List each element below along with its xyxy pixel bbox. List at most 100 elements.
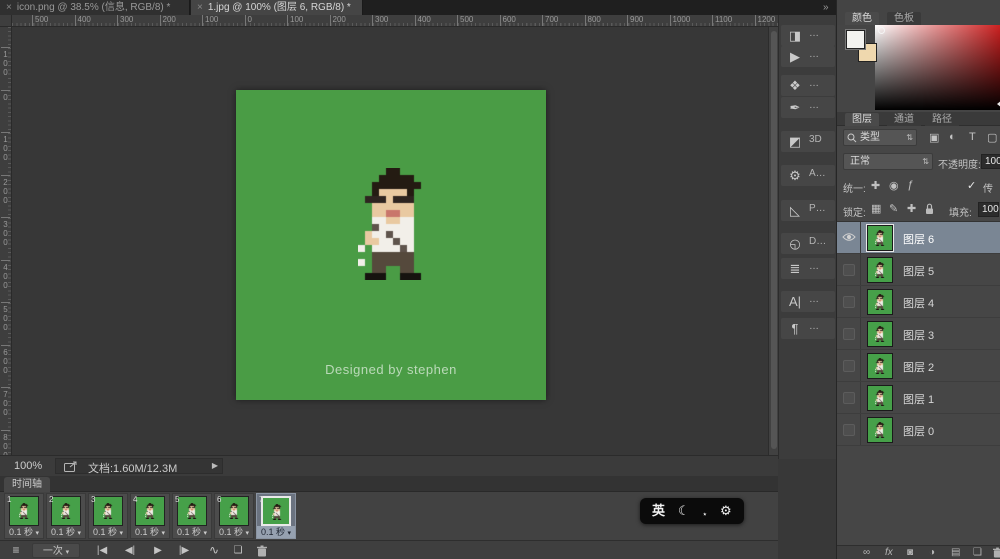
- frame-delay-select[interactable]: 0.1 秒 ▾: [131, 526, 169, 538]
- layer-thumbnail[interactable]: [867, 417, 893, 443]
- dock-panel-actions[interactable]: ▶…: [781, 46, 835, 67]
- tab-channels[interactable]: 通道: [887, 113, 921, 126]
- layer-name[interactable]: 图层 2: [903, 359, 934, 375]
- play-button[interactable]: ▶: [150, 543, 166, 558]
- layer-row-图层-5[interactable]: 图层 5: [837, 254, 1000, 286]
- fill-value[interactable]: 100: [978, 202, 999, 217]
- duplicate-frame-button[interactable]: ❏: [230, 543, 246, 558]
- frame-delay-select[interactable]: 0.1 秒 ▾: [89, 526, 127, 538]
- frame-thumbnail[interactable]: [219, 496, 249, 526]
- color-gradient-field[interactable]: [875, 25, 1000, 110]
- animation-frame-2[interactable]: 20.1 秒 ▾: [46, 493, 86, 539]
- tab-swatches[interactable]: 色板: [887, 12, 921, 25]
- frame-delay-select[interactable]: 0.1 秒 ▾: [173, 526, 211, 538]
- blend-mode-select[interactable]: 正常 ⇅: [843, 153, 933, 170]
- close-icon[interactable]: ×: [197, 2, 203, 13]
- tab-color[interactable]: 颜色: [845, 12, 879, 25]
- frame-delay-select[interactable]: 0.1 秒 ▾: [47, 526, 85, 538]
- next-frame-button[interactable]: |▶: [174, 543, 194, 558]
- foreground-color-swatch[interactable]: [846, 30, 865, 49]
- opacity-value[interactable]: 100: [981, 154, 1000, 169]
- dock-panel-character[interactable]: A|…: [781, 291, 835, 312]
- first-frame-button[interactable]: |◀: [92, 543, 112, 558]
- layer-name[interactable]: 图层 6: [903, 231, 934, 247]
- artboard[interactable]: Designed by stephen: [236, 90, 546, 400]
- frame-thumbnail[interactable]: [177, 496, 207, 526]
- layer-thumbnail[interactable]: [867, 321, 893, 347]
- frame-thumbnail[interactable]: [135, 496, 165, 526]
- dock-panel-brush-presets[interactable]: ✒…: [781, 97, 835, 118]
- layer-name[interactable]: 图层 4: [903, 295, 934, 311]
- convert-timeline-icon[interactable]: ≡: [8, 543, 24, 558]
- adjustment-layer-icon[interactable]: ◑: [929, 547, 935, 559]
- layer-thumbnail[interactable]: [867, 385, 893, 411]
- layer-thumbnail[interactable]: [867, 353, 893, 379]
- filter-type-icon[interactable]: T: [969, 131, 976, 143]
- loop-option-select[interactable]: 一次 ▾: [32, 543, 80, 558]
- layer-row-图层-6[interactable]: 图层 6: [837, 222, 1000, 254]
- propagate-checkbox[interactable]: ✓: [967, 179, 976, 192]
- dock-panel-d-panel[interactable]: ◵D…: [781, 233, 835, 254]
- frame-delay-select[interactable]: 0.1 秒 ▾: [257, 526, 295, 538]
- lock-move-icon[interactable]: ✚: [907, 202, 916, 215]
- tween-button[interactable]: ∿: [206, 543, 222, 558]
- link-layers-icon[interactable]: ∞: [863, 547, 870, 559]
- unify-visibility-icon[interactable]: ◉: [889, 179, 899, 192]
- animation-frame-1[interactable]: 10.1 秒 ▾: [4, 493, 44, 539]
- layer-style-fx-icon[interactable]: fx: [885, 547, 893, 559]
- delete-frame-button[interactable]: [254, 543, 270, 558]
- delete-layer-icon[interactable]: [993, 547, 1000, 558]
- layer-name[interactable]: 图层 1: [903, 391, 934, 407]
- moon-icon[interactable]: ☾: [678, 503, 690, 519]
- dock-panel-clone-source[interactable]: ◨…: [781, 25, 835, 46]
- visibility-toggle-empty[interactable]: [837, 382, 861, 413]
- animation-frame-3[interactable]: 30.1 秒 ▾: [88, 493, 128, 539]
- layer-mask-icon[interactable]: ◙: [907, 547, 913, 559]
- dock-panel-3d[interactable]: ◩3D: [781, 131, 835, 152]
- new-layer-icon[interactable]: ❏: [973, 547, 982, 559]
- scrollbar-thumb[interactable]: [771, 31, 777, 449]
- status-menu-arrow-icon[interactable]: ▶: [212, 461, 218, 470]
- frame-thumbnail[interactable]: [261, 496, 291, 526]
- tab-paths[interactable]: 路径: [925, 113, 959, 126]
- frame-delay-select[interactable]: 0.1 秒 ▾: [5, 526, 43, 538]
- layer-row-图层-0[interactable]: 图层 0: [837, 414, 1000, 446]
- layer-group-icon[interactable]: ▤: [951, 547, 960, 559]
- timeline-tab[interactable]: 时间轴: [4, 477, 50, 492]
- layer-filter-select[interactable]: 类型 ⇅: [843, 129, 917, 146]
- frame-thumbnail[interactable]: [9, 496, 39, 526]
- layer-name[interactable]: 图层 3: [903, 327, 934, 343]
- gear-icon[interactable]: ⚙: [720, 503, 732, 519]
- filter-shape-icon[interactable]: ▢: [987, 131, 997, 144]
- lock-transparent-icon[interactable]: ▦: [871, 202, 881, 215]
- layer-row-图层-2[interactable]: 图层 2: [837, 350, 1000, 382]
- sparkle-icon[interactable]: ⋆: [702, 506, 708, 522]
- layer-thumbnail[interactable]: [867, 225, 893, 251]
- animation-frame-5[interactable]: 50.1 秒 ▾: [172, 493, 212, 539]
- zoom-level[interactable]: 100%: [14, 460, 42, 472]
- layer-name[interactable]: 图层 0: [903, 423, 934, 439]
- lock-paint-icon[interactable]: ✎: [889, 202, 898, 215]
- tab-layers[interactable]: 图层: [845, 113, 879, 126]
- layer-row-图层-4[interactable]: 图层 4: [837, 286, 1000, 318]
- document-info-field[interactable]: 文档:1.60M/12.3M ▶: [55, 458, 223, 474]
- lock-all-icon[interactable]: [925, 203, 934, 215]
- layer-row-图层-3[interactable]: 图层 3: [837, 318, 1000, 350]
- visibility-toggle-empty[interactable]: [837, 286, 861, 317]
- previous-frame-button[interactable]: ◀|: [120, 543, 140, 558]
- layer-thumbnail[interactable]: [867, 257, 893, 283]
- frame-delay-select[interactable]: 0.1 秒 ▾: [215, 526, 253, 538]
- canvas-viewport[interactable]: Designed by stephen: [12, 27, 768, 455]
- color-picker-marker[interactable]: [878, 27, 885, 34]
- frame-thumbnail[interactable]: [51, 496, 81, 526]
- layer-thumbnail[interactable]: [867, 289, 893, 315]
- visibility-toggle-empty[interactable]: [837, 318, 861, 349]
- animation-frame-6[interactable]: 60.1 秒 ▾: [214, 493, 254, 539]
- dock-panel-notes[interactable]: ≣…: [781, 258, 835, 279]
- filter-image-icon[interactable]: ▣: [929, 131, 939, 144]
- animation-frame-7[interactable]: 70.1 秒 ▾: [256, 493, 296, 539]
- layer-row-图层-1[interactable]: 图层 1: [837, 382, 1000, 414]
- dock-panel-tool-presets[interactable]: ❖…: [781, 75, 835, 96]
- dock-panel-a-panel[interactable]: ⚙A…: [781, 165, 835, 186]
- unify-style-icon[interactable]: ƒ: [907, 179, 913, 191]
